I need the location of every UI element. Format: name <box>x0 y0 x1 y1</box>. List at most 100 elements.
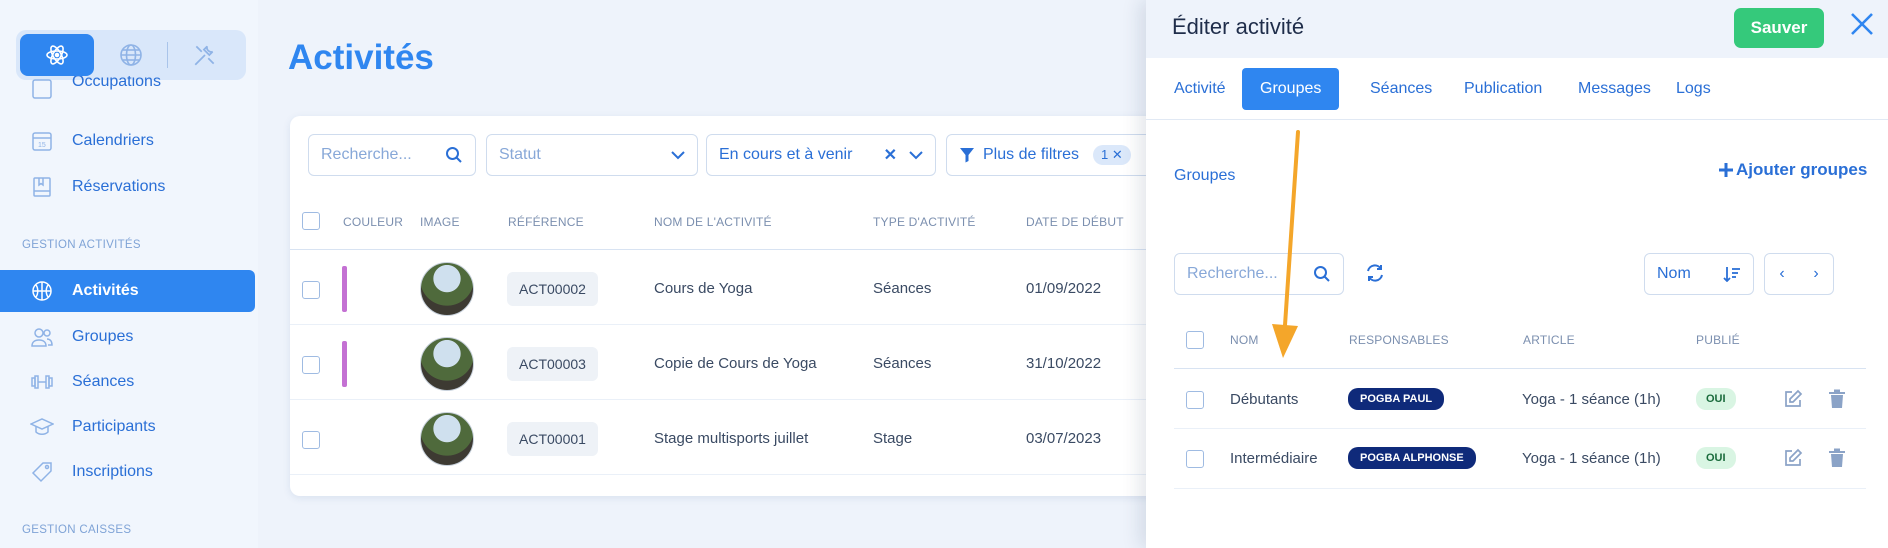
row-divider <box>290 399 1190 400</box>
section-gestion-caisses: GESTION CAISSES <box>22 524 132 536</box>
color-indicator <box>342 266 347 312</box>
sort-select[interactable]: Nom <box>1644 253 1754 295</box>
tab-messages[interactable]: Messages <box>1560 68 1669 110</box>
row-divider <box>1174 428 1866 429</box>
row-divider <box>290 324 1190 325</box>
sidebar-item-reservations[interactable]: Réservations <box>0 166 255 208</box>
filter-icon <box>960 148 974 163</box>
basketball-icon <box>30 279 54 303</box>
sidebar-item-groupes[interactable]: Groupes <box>0 316 255 358</box>
edit-icon <box>1785 389 1803 407</box>
tab-seances[interactable]: Séances <box>1352 68 1450 110</box>
tab-activite[interactable]: Activité <box>1156 68 1244 110</box>
delete-button[interactable] <box>1826 388 1848 410</box>
col-header-article: ARTICLE <box>1523 333 1575 347</box>
sidebar-item-label: Occupations <box>72 76 161 90</box>
sidebar-item-label: Séances <box>72 373 135 390</box>
sidebar-item-label: Participants <box>72 418 156 435</box>
more-filters-button[interactable]: Plus de filtres 1 ✕ <box>946 134 1166 176</box>
activities-card: Recherche... Statut En cours et à venir … <box>290 116 1190 496</box>
col-header-nom[interactable]: NOM <box>1230 333 1259 347</box>
row-checkbox[interactable] <box>1186 391 1204 409</box>
status-placeholder: Statut <box>499 146 541 163</box>
sidebar-item-inscriptions[interactable]: Inscriptions <box>0 451 255 493</box>
mode-globe-button[interactable] <box>94 34 168 76</box>
period-select[interactable]: En cours et à venir ✕ <box>706 134 936 176</box>
sidebar-item-calendriers[interactable]: 15 Calendriers <box>0 120 255 162</box>
row-checkbox[interactable] <box>302 356 320 374</box>
sidebar-item-occupations[interactable]: Occupations <box>0 76 255 102</box>
select-all-groups-checkbox[interactable] <box>1186 331 1204 349</box>
col-header-type[interactable]: TYPE D'ACTIVITÉ <box>873 215 976 229</box>
tab-groupes[interactable]: Groupes <box>1242 68 1340 110</box>
edit-button[interactable] <box>1782 388 1804 410</box>
period-value: En cours et à venir <box>719 146 853 163</box>
next-page-icon[interactable]: › <box>1799 265 1833 283</box>
activity-name: Cours de Yoga <box>654 280 753 297</box>
panel-title: Éditer activité <box>1172 14 1305 39</box>
activity-name: Copie de Cours de Yoga <box>654 355 817 372</box>
search-input[interactable]: Recherche... <box>308 134 476 176</box>
add-groups-label: Ajouter groupes <box>1736 160 1868 179</box>
search-icon <box>1314 266 1330 282</box>
activity-image <box>420 337 474 391</box>
published-badge: OUI <box>1696 388 1736 410</box>
plus-icon <box>1719 163 1733 177</box>
mode-atom-button[interactable] <box>20 34 94 76</box>
tab-publication[interactable]: Publication <box>1446 68 1560 110</box>
col-header-nom[interactable]: NOM DE L'ACTIVITÉ <box>654 215 772 229</box>
users-icon <box>30 325 54 349</box>
sidebar-item-label: Inscriptions <box>72 463 153 480</box>
close-icon <box>1851 13 1873 35</box>
tab-logs[interactable]: Logs <box>1658 68 1729 110</box>
clear-icon[interactable]: ✕ <box>884 145 897 165</box>
save-button[interactable]: Sauver <box>1734 8 1824 48</box>
refresh-button[interactable] <box>1364 262 1386 289</box>
group-name: Débutants <box>1230 391 1299 408</box>
prev-page-icon[interactable]: ‹ <box>1765 265 1799 283</box>
more-filters-label: Plus de filtres <box>983 146 1080 163</box>
row-checkbox[interactable] <box>302 431 320 449</box>
svg-text:15: 15 <box>38 142 46 149</box>
activity-name: Stage multisports juillet <box>654 430 809 447</box>
activity-type: Séances <box>873 280 932 297</box>
row-checkbox[interactable] <box>302 281 320 299</box>
status-select[interactable]: Statut <box>486 134 698 176</box>
groups-section-label: Groupes <box>1174 167 1236 184</box>
published-badge: OUI <box>1696 447 1736 469</box>
activity-type: Séances <box>873 355 932 372</box>
close-button[interactable] <box>1846 8 1878 40</box>
panel-header: Éditer activité Sauver <box>1146 0 1888 58</box>
sidebar-item-label: Activités <box>72 282 139 299</box>
search-placeholder: Recherche... <box>321 146 412 163</box>
tools-icon <box>194 45 215 66</box>
sidebar-item-label: Calendriers <box>72 132 154 149</box>
responsable-badge: POGBA PAUL <box>1348 388 1445 410</box>
row-checkbox[interactable] <box>1186 450 1204 468</box>
edit-activity-panel: Éditer activité Sauver Activité Groupes … <box>1146 0 1888 548</box>
col-header-date[interactable]: DATE DE DÉBUT <box>1026 215 1124 229</box>
sidebar-item-seances[interactable]: Séances <box>0 361 255 403</box>
sidebar-item-label: Groupes <box>72 328 134 345</box>
tabs-divider <box>1146 119 1888 120</box>
add-groups-button[interactable]: Ajouter groupes <box>1718 160 1867 180</box>
col-header-image: IMAGE <box>420 215 460 229</box>
col-header-reference[interactable]: RÉFÉRENCE <box>508 215 584 229</box>
reference-pill: ACT00002 <box>507 272 598 306</box>
mode-tools-button[interactable] <box>168 34 242 76</box>
delete-button[interactable] <box>1826 447 1848 469</box>
edit-button[interactable] <box>1782 447 1804 469</box>
activity-type: Stage <box>873 430 913 447</box>
refresh-icon <box>1367 264 1383 282</box>
groups-search-input[interactable]: Recherche... <box>1174 253 1344 295</box>
group-article: Yoga - 1 séance (1h) <box>1522 450 1661 467</box>
activity-start-date: 01/09/2022 <box>1026 280 1102 297</box>
sidebar-item-activites[interactable]: Activités <box>0 270 255 312</box>
tag-icon <box>30 460 54 484</box>
group-name: Intermédiaire <box>1230 450 1318 467</box>
edit-icon <box>1785 448 1803 466</box>
select-all-checkbox[interactable] <box>302 212 320 230</box>
chevron-down-icon <box>671 151 685 160</box>
filter-count-chip[interactable]: 1 ✕ <box>1093 145 1131 165</box>
sidebar-item-participants[interactable]: Participants <box>0 406 255 448</box>
